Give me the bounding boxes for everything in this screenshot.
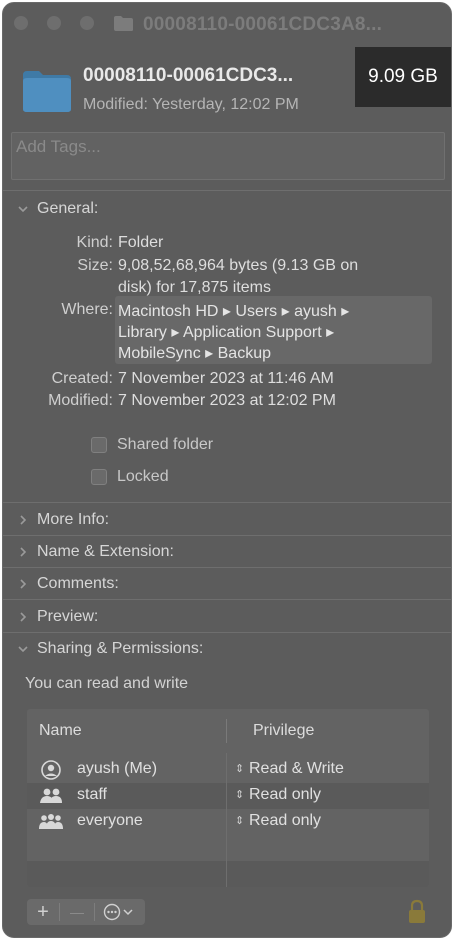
permissions-toolbar: + —	[27, 899, 145, 925]
kind-value: Folder	[118, 234, 164, 251]
lock-icon[interactable]	[407, 899, 427, 925]
updown-icon: ⇕	[235, 763, 245, 775]
minimize-window-button[interactable]	[47, 16, 61, 30]
permission-note: You can read and write	[25, 675, 189, 692]
where-line1: Macintosh HD ▸ Users ▸ ayush ▸	[118, 303, 350, 320]
shared-folder-label: Shared folder	[117, 436, 214, 453]
modified-label: Modified:	[48, 392, 113, 409]
chevron-right-icon	[20, 515, 27, 525]
section-comments[interactable]: Comments:	[3, 570, 451, 598]
table-row[interactable]: staff ⇕ Read only	[27, 783, 429, 809]
user-icon	[41, 760, 61, 780]
column-separator	[226, 719, 227, 743]
section-label: Preview:	[37, 608, 99, 625]
chevron-down-icon	[18, 646, 28, 653]
ellipsis-circle-icon	[103, 903, 133, 921]
zoom-window-button[interactable]	[80, 16, 94, 30]
updown-icon: ⇕	[235, 815, 245, 827]
divider	[3, 502, 451, 503]
action-menu-button[interactable]	[95, 899, 145, 925]
table-row[interactable]: ayush (Me) ⇕ Read & Write	[27, 757, 429, 783]
size-label: Size:	[77, 257, 113, 274]
kind-label: Kind:	[76, 234, 113, 251]
privilege-select[interactable]: Read only	[249, 786, 321, 804]
add-user-button[interactable]: +	[27, 899, 59, 925]
shared-folder-checkbox[interactable]	[91, 437, 107, 453]
file-name: 00008110-00061CDC3...	[83, 65, 294, 86]
folder-icon	[23, 71, 71, 112]
shared-folder-checkbox-row[interactable]: Shared folder	[91, 433, 213, 457]
user-name: staff	[77, 786, 107, 803]
section-more-info[interactable]: More Info:	[3, 506, 451, 534]
divider	[3, 190, 451, 191]
section-label: More Info:	[37, 511, 110, 528]
divider	[3, 599, 451, 600]
section-preview[interactable]: Preview:	[3, 603, 451, 631]
updown-icon: ⇕	[235, 789, 245, 801]
permissions-table: Name Privilege ayush (Me) ⇕ Read & Write…	[27, 709, 429, 887]
chevron-right-icon	[20, 547, 27, 557]
section-general[interactable]: General:	[3, 195, 451, 223]
where-line2: Library ▸ Application Support ▸	[118, 324, 335, 341]
table-row[interactable]: everyone ⇕ Read only	[27, 809, 429, 835]
modified-summary: Modified: Yesterday, 12:02 PM	[83, 96, 299, 113]
section-label: Comments:	[37, 575, 119, 592]
user-name: ayush (Me)	[77, 760, 158, 777]
locked-checkbox[interactable]	[91, 469, 107, 485]
user-name: everyone	[77, 812, 143, 829]
everyone-icon	[39, 814, 63, 829]
remove-user-button[interactable]: —	[60, 899, 94, 925]
section-label: Sharing & Permissions:	[37, 640, 204, 657]
column-header-privilege[interactable]: Privilege	[253, 709, 413, 753]
locked-checkbox-row[interactable]: Locked	[91, 465, 169, 489]
folder-icon	[114, 16, 133, 31]
locked-label: Locked	[117, 468, 169, 485]
chevron-right-icon	[20, 612, 27, 622]
modified-value: 7 November 2023 at 12:02 PM	[118, 392, 336, 409]
size-badge: 9.09 GB	[355, 47, 451, 107]
section-label: Name & Extension:	[37, 543, 174, 560]
table-row-empty	[27, 861, 429, 887]
where-label: Where:	[61, 301, 113, 318]
column-header-name[interactable]: Name	[39, 709, 219, 753]
chevron-down-icon	[18, 206, 28, 213]
section-label: General:	[37, 200, 99, 217]
divider	[3, 632, 451, 633]
info-window: 00008110-00061CDC3A8... 00008110-00061CD…	[2, 2, 452, 938]
created-label: Created:	[51, 370, 113, 387]
created-value: 7 November 2023 at 11:46 AM	[118, 370, 334, 387]
privilege-select[interactable]: Read & Write	[249, 760, 344, 778]
close-window-button[interactable]	[14, 16, 28, 30]
column-separator	[226, 753, 227, 887]
size-value-line1: 9,08,52,68,964 bytes (9.13 GB on	[118, 257, 359, 274]
privilege-select[interactable]: Read only	[249, 812, 321, 830]
tags-field[interactable]: Add Tags...	[11, 132, 445, 180]
where-line3: MobileSync ▸ Backup	[118, 345, 271, 362]
title-bar: 00008110-00061CDC3A8...	[3, 3, 451, 45]
chevron-right-icon	[20, 579, 27, 589]
divider	[3, 535, 451, 536]
group-icon	[40, 788, 62, 803]
divider	[3, 567, 451, 568]
section-sharing-permissions[interactable]: Sharing & Permissions:	[3, 635, 451, 663]
window-title: 00008110-00061CDC3A8...	[143, 14, 383, 35]
section-name-extension[interactable]: Name & Extension:	[3, 538, 451, 566]
